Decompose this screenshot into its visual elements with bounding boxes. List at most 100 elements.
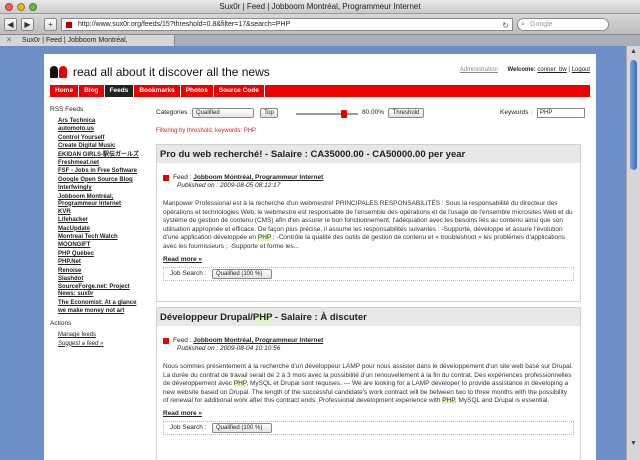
feed-link[interactable]: FSF - Jobs in Free Software <box>50 168 146 175</box>
feed-link[interactable]: MOONGIFT <box>50 242 146 249</box>
keyword-highlight: PHP <box>442 397 455 405</box>
scrollbar-thumb[interactable] <box>630 60 637 170</box>
job-search-box: Job Search : Qualified (100 %) <box>163 420 574 435</box>
address-bar[interactable]: http://www.sux0r.org/feeds/15?threshold=… <box>61 17 513 31</box>
read-more-link[interactable]: Read more » <box>163 410 574 417</box>
feed-link[interactable]: PHP Québec <box>50 251 146 258</box>
tab-active[interactable]: ✕ Sux0r | Feed | Jobboom Montréal, <box>0 35 175 46</box>
search-field[interactable]: ⌕ Google <box>517 17 609 31</box>
window-titlebar: Sux0r | Feed | Jobboom Montréal, Program… <box>0 0 640 14</box>
user-separator: | <box>568 67 570 73</box>
post-title-text: Pro du web recherché! - Salaire : CA3500… <box>160 149 466 160</box>
feed-link[interactable]: MacUpdate <box>50 226 146 233</box>
feed-icon <box>163 175 169 181</box>
post-title[interactable]: Pro du web recherché! - Salaire : CA3500… <box>157 145 580 163</box>
feed-link[interactable]: we make money not art <box>50 308 146 315</box>
job-search-select[interactable]: Qualified (100 %) <box>212 268 272 279</box>
feed-link[interactable]: automoto.us <box>50 126 146 133</box>
feed-link[interactable]: EKIDAN GIRLS-駅伝ガールズ <box>50 152 146 159</box>
job-search-select[interactable]: Qualified (100 %) <box>212 422 272 433</box>
manage-feeds-link[interactable]: Manage feeds <box>50 332 146 339</box>
filter-status-text: Filtering by threshold, keywords: PHP <box>156 128 257 134</box>
post-body: Nous sommes présentement à la recherche … <box>163 363 574 406</box>
feed-link[interactable]: SourceForge.net: Project News: sux0r <box>50 284 146 298</box>
suggest-feed-link[interactable]: Suggest a feed » <box>50 341 146 348</box>
reload-icon[interactable]: ↻ <box>502 20 509 30</box>
username-link[interactable]: conner_bw <box>537 67 566 73</box>
actions-heading: Actions <box>50 320 72 328</box>
feed-link[interactable]: Jobboom Montréal, Programmeur Internet <box>50 194 146 208</box>
add-bookmark-button[interactable]: + <box>44 17 57 31</box>
post-title[interactable]: Développeur Drupal/PHP - Salaire : À dis… <box>157 308 580 326</box>
post-published: Published on : 2009-08-05 08:12:17 <box>177 182 281 189</box>
categories-label: Categories : <box>156 109 192 116</box>
feed-list: Ars Technica automoto.us Control Yoursel… <box>50 118 146 315</box>
window-title: Sux0r | Feed | Jobboom Montréal, Program… <box>219 2 421 11</box>
nav-blog[interactable]: Blog <box>79 85 105 97</box>
feed-name-link[interactable]: Jobboom Montréal, Programmeur Internet <box>193 337 323 344</box>
feed-post: Pro du web recherché! - Salaire : CA3500… <box>156 144 581 302</box>
administration-link[interactable]: Administration <box>460 67 498 73</box>
nav-source-code[interactable]: Source Code <box>214 85 265 97</box>
feed-link[interactable]: The Economist: At a glance <box>50 300 146 307</box>
feed-link[interactable]: KVR <box>50 209 146 216</box>
feed-link[interactable]: PHP.Net <box>50 259 146 266</box>
feed-link[interactable]: Create Digital Music <box>50 143 146 150</box>
category-select[interactable]: Qualified <box>192 108 254 118</box>
nav-home[interactable]: Home <box>50 85 80 97</box>
close-tab-icon[interactable]: ✕ <box>6 35 12 46</box>
nav-feeds[interactable]: Feeds <box>104 85 135 97</box>
welcome-label: Welcome: <box>507 67 536 73</box>
window-controls <box>5 3 37 11</box>
feed-link[interactable]: Slashdot <box>50 276 146 283</box>
feed-link[interactable]: Interfwingly <box>50 185 146 192</box>
feed-link[interactable]: Ars Technica <box>50 118 146 125</box>
page-scrollbar[interactable]: ▲ ▼ <box>626 46 640 460</box>
nav-bookmarks[interactable]: Bookmarks <box>134 85 181 97</box>
post-published: Published on : 2009-08-04 10:10:56 <box>177 345 281 352</box>
minimize-window-button[interactable] <box>17 3 25 11</box>
read-more-link[interactable]: Read more » <box>163 256 574 263</box>
forward-icon: ▶ <box>24 19 31 29</box>
post-meta: Feed : Jobboom Montréal, Programmeur Int… <box>163 337 580 355</box>
keywords-label: Keywords : <box>500 109 533 116</box>
page-content: read all about it discover all the news … <box>44 54 596 460</box>
logo-icon <box>50 66 68 78</box>
job-search-box: Job Search : Qualified (100 %) <box>163 266 574 281</box>
nav-photos[interactable]: Photos <box>181 85 214 97</box>
scroll-down-icon[interactable]: ▼ <box>630 440 637 447</box>
feed-icon <box>163 338 169 344</box>
feed-link[interactable]: Control Yourself <box>50 135 146 142</box>
user-bar: Administration Welcome: conner_bw | Logo… <box>460 67 590 73</box>
logout-link[interactable]: Logout <box>572 67 590 73</box>
feed-link[interactable]: Montreal Tech Watch <box>50 234 146 241</box>
post-title-text: Développeur Drupal/ <box>160 312 253 323</box>
feed-link[interactable]: Lifehacker <box>50 217 146 224</box>
job-search-value: Qualified (100 %) <box>216 270 263 277</box>
post-meta: Feed : Jobboom Montréal, Programmeur Int… <box>163 174 580 192</box>
keyword-highlight: PHP <box>252 312 273 323</box>
site-title: read all about it discover all the news <box>73 65 270 79</box>
actions-list: Manage feeds Suggest a feed » <box>50 332 146 347</box>
scroll-up-icon[interactable]: ▲ <box>630 48 637 55</box>
back-icon: ◀ <box>7 19 14 29</box>
feed-name-link[interactable]: Jobboom Montréal, Programmeur Internet <box>193 174 323 181</box>
tab-bar: ✕ Sux0r | Feed | Jobboom Montréal, <box>0 34 640 46</box>
filter-controls: Categories : Qualified Top 80.00% Thresh… <box>156 108 586 120</box>
close-window-button[interactable] <box>5 3 13 11</box>
feed-link[interactable]: Freshmeat.net <box>50 160 146 167</box>
zoom-window-button[interactable] <box>29 3 37 11</box>
feed-link[interactable]: Renoise <box>50 268 146 275</box>
browser-toolbar: ◀ ▶ + http://www.sux0r.org/feeds/15?thre… <box>0 14 640 34</box>
top-button[interactable]: Top <box>260 108 278 118</box>
threshold-button[interactable]: Threshold <box>388 108 424 118</box>
threshold-slider[interactable] <box>296 110 358 118</box>
sidebar: RSS Feeds Ars Technica automoto.us Contr… <box>50 106 146 349</box>
back-button[interactable]: ◀ <box>4 17 17 31</box>
search-placeholder: Google <box>530 20 553 28</box>
keyword-highlight: PHP <box>257 234 272 242</box>
threshold-slider-knob[interactable] <box>341 110 347 118</box>
keywords-input[interactable]: PHP <box>537 108 585 118</box>
feed-link[interactable]: Google Open Source Blog <box>50 177 146 184</box>
forward-button[interactable]: ▶ <box>21 17 34 31</box>
